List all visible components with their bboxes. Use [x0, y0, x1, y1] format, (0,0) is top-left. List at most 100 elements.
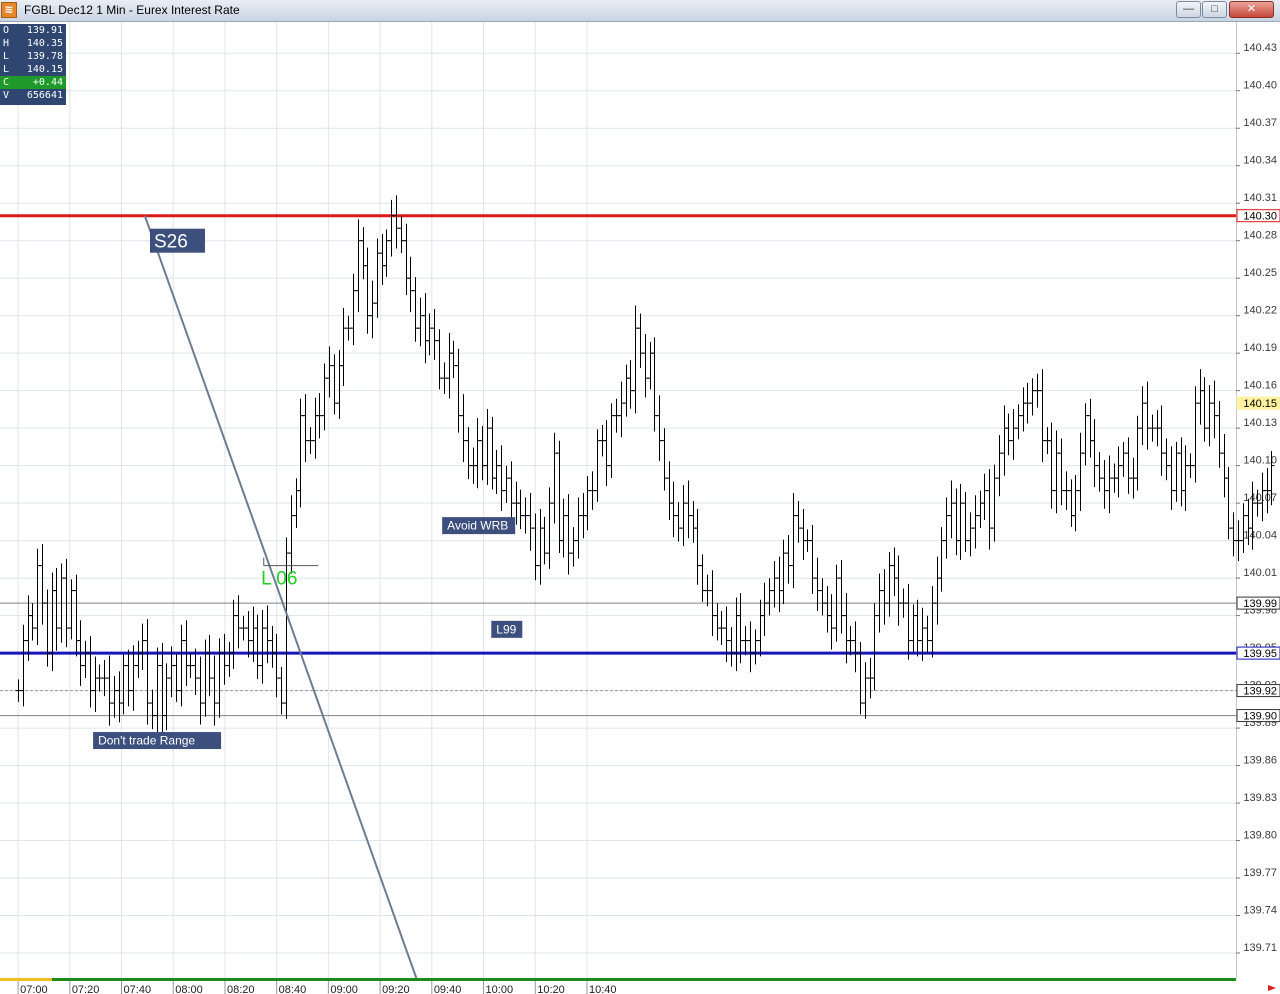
price-bar	[618, 381, 625, 438]
price-tick-label: 140.25	[1243, 267, 1277, 279]
price-tick-label: 139.83	[1243, 792, 1277, 804]
price-bar	[139, 623, 146, 671]
price-bar	[795, 500, 802, 543]
time-tick-label: 09:00	[330, 984, 358, 994]
price-bar	[144, 619, 151, 725]
price-bar	[436, 329, 443, 390]
price-bar	[694, 508, 701, 585]
price-bar	[575, 497, 582, 559]
time-tick-label: 10:40	[589, 984, 617, 994]
price-bar	[675, 502, 682, 542]
price-tag-text: 139.92	[1243, 686, 1277, 698]
price-bar	[934, 556, 941, 625]
price-bar	[551, 432, 558, 524]
ohlc-row-last: L 140.15	[3, 64, 63, 75]
price-bar	[1091, 419, 1098, 488]
price-bar	[360, 227, 367, 280]
price-bar	[1197, 369, 1204, 425]
minimize-button[interactable]: —	[1176, 1, 1201, 18]
price-bar	[957, 483, 964, 560]
price-bar	[776, 556, 783, 613]
price-bar	[508, 461, 515, 521]
price-bar	[226, 641, 233, 677]
price-bar	[785, 535, 792, 584]
price-bar	[1058, 438, 1065, 506]
price-bar	[49, 572, 56, 672]
price-bar	[1096, 452, 1103, 492]
ohlc-row-low: L 139.78	[3, 51, 63, 62]
price-bar	[130, 645, 137, 711]
price-bar	[953, 488, 960, 556]
price-tick-label: 140.19	[1243, 342, 1277, 354]
price-tick-label: 139.86	[1243, 755, 1277, 767]
price-tick-label: 139.80	[1243, 830, 1277, 842]
price-bar	[388, 199, 395, 257]
price-tick-label: 140.13	[1243, 417, 1277, 429]
price-bar	[532, 513, 539, 581]
time-axis-marker	[0, 978, 52, 981]
price-bar	[206, 635, 213, 697]
price-bar	[800, 508, 807, 560]
price-bar	[924, 615, 931, 653]
time-tick-label: 08:00	[175, 984, 203, 994]
ohlc-row-change: C +0.44	[0, 76, 66, 89]
price-bar	[135, 640, 142, 678]
time-tick-label: 10:20	[537, 984, 565, 994]
annotation-avoid-wrb: Avoid WRB	[442, 517, 516, 535]
annotation-l06: L 06	[261, 568, 297, 589]
price-bar	[914, 599, 921, 657]
price-bar	[259, 610, 266, 684]
close-button[interactable]: ✕	[1229, 1, 1274, 18]
price-bar	[670, 481, 677, 538]
price-tag-resistance-line: 140.30	[1236, 209, 1280, 223]
price-bar	[1120, 441, 1127, 477]
annotation-text: Don't trade Range	[98, 734, 195, 748]
price-tick-label: 139.77	[1243, 867, 1277, 879]
ohlc-row-high: H 140.35	[3, 38, 63, 49]
price-tick-label: 140.34	[1243, 155, 1277, 167]
price-bar	[465, 427, 472, 480]
price-bar	[1178, 437, 1185, 507]
trend-line	[143, 215, 418, 979]
window-title-bar[interactable]: ≋ FGBL Dec12 1 Min - Eurex Interest Rate…	[0, 0, 1280, 22]
price-bar	[1077, 432, 1084, 511]
price-bar	[881, 569, 888, 625]
maximize-button[interactable]: □	[1202, 1, 1227, 18]
price-bar	[627, 360, 634, 409]
price-tick-label: 140.01	[1243, 567, 1277, 579]
price-bar	[680, 485, 687, 547]
price-bar	[1211, 380, 1218, 439]
price-tick-label: 140.43	[1243, 42, 1277, 54]
price-chart[interactable]: 140.43 140.40 140.37 140.34 140.31 140.28 140.…	[0, 0, 1280, 994]
price-bar	[1115, 446, 1122, 498]
price-bar	[364, 247, 371, 334]
price-bar	[886, 552, 893, 617]
price-bar	[29, 603, 36, 641]
time-tick-label: 08:20	[227, 984, 255, 994]
window-title: FGBL Dec12 1 Min - Eurex Interest Rate	[24, 3, 240, 17]
annotation-s26: S26	[149, 228, 205, 253]
time-tick-label: 10:00	[486, 984, 514, 994]
price-bar	[666, 461, 673, 521]
price-bar	[938, 527, 945, 592]
price-tick-label: 140.31	[1243, 192, 1277, 204]
price-bar	[661, 428, 668, 491]
time-axis-bar	[0, 978, 1236, 981]
price-tick-label: 139.74	[1243, 905, 1277, 917]
grid-lines	[0, 22, 1236, 978]
price-tag-level-line-139-90: 139.90	[1236, 709, 1280, 723]
price-bar	[1101, 460, 1108, 509]
price-tag-text: 139.95	[1243, 648, 1277, 660]
last-price-tag: 140.15	[1236, 396, 1280, 410]
price-bar	[273, 633, 280, 698]
price-bar	[178, 624, 185, 707]
price-bar	[891, 547, 898, 597]
price-bar	[824, 586, 831, 633]
price-bar	[403, 223, 410, 296]
price-bar	[383, 229, 390, 277]
price-bar	[493, 449, 500, 494]
price-tag-level-line-139-99: 139.99	[1236, 596, 1280, 610]
price-bar	[1015, 404, 1022, 440]
price-bar	[981, 473, 988, 521]
ohlc-info-box: O 139.91 H 140.35 L 139.78 L 140.15 C +0.44 V…	[0, 24, 66, 105]
